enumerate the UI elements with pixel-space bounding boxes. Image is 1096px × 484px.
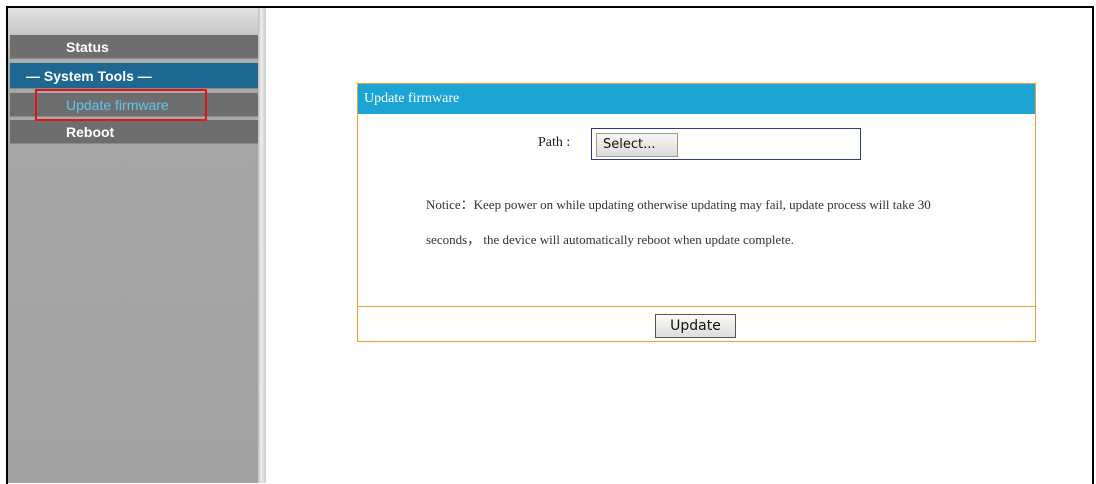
- panel-title: Update firmware: [358, 84, 1035, 114]
- sidebar-item-label: Update firmware: [66, 97, 169, 113]
- update-firmware-panel: Update firmware Path : Select... Notice：…: [357, 83, 1036, 342]
- sidebar-item-label: Reboot: [66, 124, 115, 140]
- panel-footer: Update: [358, 306, 1035, 342]
- update-button[interactable]: Update: [655, 314, 736, 338]
- sidebar-section-system-tools[interactable]: — System Tools —: [10, 63, 258, 89]
- sidebar-item-status[interactable]: Status: [10, 35, 258, 59]
- sidebar-item-reboot[interactable]: Reboot: [10, 120, 258, 144]
- sidebar-divider[interactable]: [258, 8, 266, 483]
- sidebar-item-label: Status: [66, 39, 109, 55]
- path-label: Path :: [538, 135, 571, 150]
- sidebar-section-label: — System Tools —: [26, 68, 152, 84]
- sidebar-item-update-firmware[interactable]: Update firmware: [10, 93, 258, 117]
- notice-text: Notice：Keep power on while updating othe…: [426, 197, 931, 247]
- select-file-button[interactable]: Select...: [596, 133, 678, 157]
- file-path-input[interactable]: Select...: [591, 128, 861, 160]
